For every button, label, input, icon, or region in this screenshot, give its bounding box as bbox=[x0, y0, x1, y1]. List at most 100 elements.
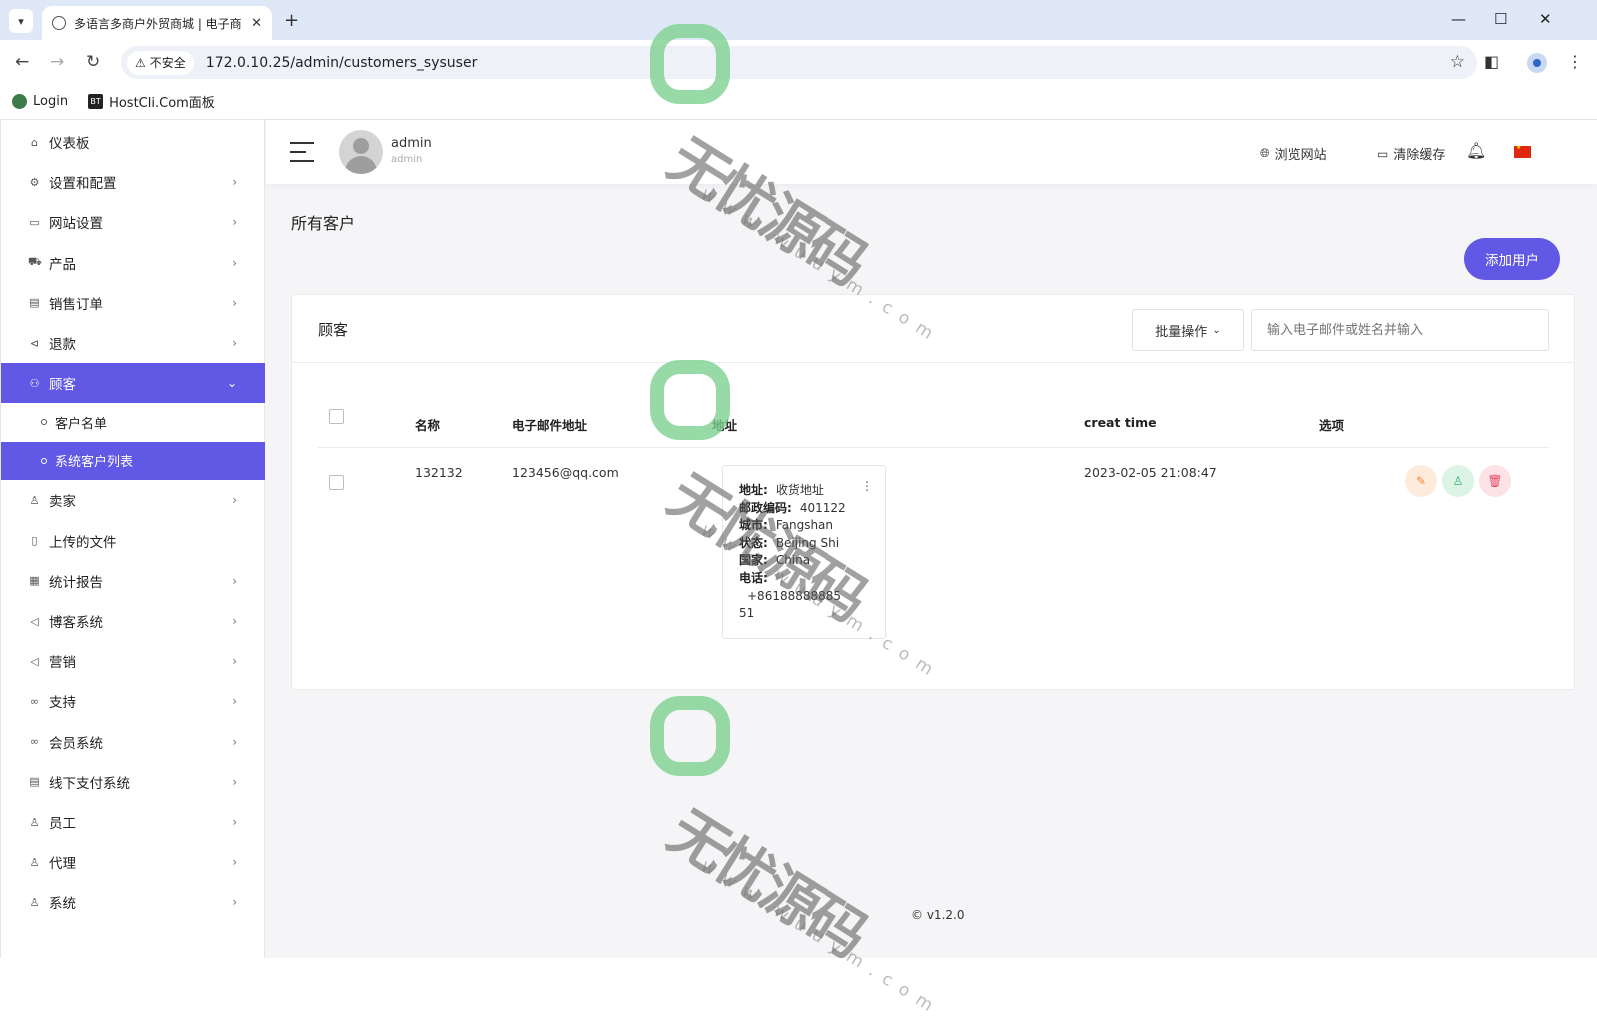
user-icon: ♙ bbox=[29, 855, 40, 869]
address-bar[interactable]: ⚠ 不安全 172.0.10.25/admin/customers_sysuse… bbox=[121, 46, 1477, 79]
sidebar-item-16[interactable]: ♙ 代理 › bbox=[1, 842, 265, 882]
watermark-logo-icon bbox=[650, 696, 730, 776]
sidebar-item-11[interactable]: ◁ 营销 › bbox=[1, 641, 265, 681]
bulk-action-dropdown[interactable]: 批量操作 ⌄ bbox=[1132, 309, 1244, 351]
china-flag-icon[interactable] bbox=[1514, 144, 1531, 158]
browser-tab[interactable]: 多语言多商户外贸商城 | 电子商 ✕ bbox=[42, 6, 272, 40]
link-icon: ∞ bbox=[29, 735, 40, 749]
chevron-right-icon: › bbox=[232, 815, 237, 829]
customers-card: 顾客 批量操作 ⌄ 名称 电子邮件地址 地址 creat time 选项 132… bbox=[291, 294, 1575, 690]
sidebar-item-label: 代理 bbox=[49, 856, 76, 873]
more-menu-icon[interactable]: ⋮ bbox=[1567, 52, 1583, 71]
users-icon: ⚇ bbox=[29, 376, 40, 390]
reload-icon[interactable]: ↻ bbox=[86, 52, 100, 72]
sidebar-item-3[interactable]: ⛟ 产品 › bbox=[1, 243, 265, 283]
col-header-email[interactable]: 电子邮件地址 bbox=[512, 415, 587, 434]
version-label: © v1.2.0 bbox=[911, 908, 965, 922]
more-options-icon[interactable]: ⋮ bbox=[861, 478, 873, 496]
sidebar-item-label: 支持 bbox=[49, 695, 76, 712]
megaphone-icon: ◁ bbox=[30, 614, 39, 628]
bell-icon[interactable]: 🔔︎ bbox=[1466, 141, 1486, 160]
sidebar-item-label: 员工 bbox=[49, 816, 76, 832]
sidebar-item-15[interactable]: ♙ 员工 › bbox=[1, 802, 265, 842]
sidebar-item-14[interactable]: ▤ 线下支付系统 › bbox=[1, 762, 265, 802]
sidebar-item-9[interactable]: ▦ 统计报告 › bbox=[1, 561, 265, 601]
sidebar-item-8[interactable]: ▯ 上传的文件 bbox=[1, 521, 265, 561]
forward-icon[interactable]: → bbox=[50, 52, 64, 72]
sidebar-item-0[interactable]: ⌂ 仪表板 bbox=[1, 122, 265, 162]
new-tab-button[interactable]: + bbox=[284, 10, 299, 31]
delete-button[interactable]: 🗑︎ bbox=[1479, 465, 1511, 497]
profile-avatar-icon[interactable] bbox=[1527, 53, 1547, 73]
sidebar-item-13[interactable]: ∞ 会员系统 › bbox=[1, 722, 265, 762]
cart-icon: ⛟ bbox=[28, 255, 42, 269]
close-tab-icon[interactable]: ✕ bbox=[251, 16, 262, 31]
bullet-icon bbox=[41, 419, 47, 426]
add-user-button[interactable]: 添加用户 bbox=[1464, 238, 1560, 280]
chevron-right-icon: › bbox=[232, 614, 237, 628]
drive-icon: ▭ bbox=[1377, 146, 1389, 161]
chevron-right-icon: › bbox=[232, 734, 237, 749]
bookmark-hostcli[interactable]: BT HostCli.Com面板 bbox=[88, 92, 215, 111]
chevron-right-icon: › bbox=[232, 493, 237, 508]
avatar[interactable] bbox=[339, 130, 383, 174]
col-header-created[interactable]: creat time bbox=[1084, 415, 1157, 430]
minimize-icon[interactable]: — bbox=[1451, 10, 1466, 28]
cell-created-time: 2023-02-05 21:08:47 bbox=[1084, 465, 1217, 480]
side-panel-icon[interactable]: ◧ bbox=[1484, 52, 1499, 71]
sidebar-item-12[interactable]: ∞ 支持 › bbox=[1, 681, 265, 721]
bt-icon: BT bbox=[88, 94, 104, 109]
sidebar-item-label: 营销 bbox=[49, 655, 76, 672]
sidebar-item-10[interactable]: ◁ 博客系统 › bbox=[1, 601, 265, 641]
sidebar-item-label: 线下支付系统 bbox=[49, 775, 130, 792]
sidebar-item-6[interactable]: ⚇ 顾客 ⌄ bbox=[1, 363, 265, 404]
maximize-icon[interactable]: ☐ bbox=[1494, 10, 1507, 28]
browse-site-link[interactable]: 🌐︎ 浏览网站 bbox=[1260, 144, 1327, 163]
clear-cache-link[interactable]: ▭ 清除缓存 bbox=[1377, 144, 1445, 164]
user-icon: ♙ bbox=[1452, 474, 1464, 488]
settings-icon: ⚙ bbox=[29, 175, 40, 189]
col-header-address[interactable]: 地址 bbox=[712, 415, 737, 434]
user-name: admin bbox=[391, 136, 432, 151]
select-all-checkbox[interactable] bbox=[329, 409, 344, 424]
sidebar-item-label: 统计报告 bbox=[49, 574, 103, 591]
watermark: 无忧源码 www.wuuym.com bbox=[650, 696, 945, 1021]
sidebar-item-1[interactable]: ⚙ 设置和配置 › bbox=[1, 162, 265, 202]
search-input[interactable] bbox=[1251, 309, 1549, 351]
browser-toolbar: ← → ↻ ⚠ 不安全 172.0.10.25/admin/customers_… bbox=[0, 40, 1597, 84]
bookmark-star-icon[interactable]: ☆ bbox=[1450, 52, 1465, 72]
sidebar-item-2[interactable]: ▭ 网站设置 › bbox=[1, 202, 265, 242]
report-icon: ▦ bbox=[29, 574, 40, 588]
bookmark-login[interactable]: Login bbox=[12, 94, 68, 109]
link-icon: ∞ bbox=[29, 694, 40, 708]
col-header-name[interactable]: 名称 bbox=[415, 415, 440, 434]
earth-icon bbox=[12, 94, 27, 109]
home-icon: ⌂ bbox=[31, 135, 38, 149]
close-window-icon[interactable]: ✕ bbox=[1539, 10, 1552, 28]
sidebar-item-17[interactable]: ♙ 系统 › bbox=[1, 882, 265, 922]
file-icon: ▯ bbox=[31, 534, 38, 548]
chevron-down-icon: ⌄ bbox=[226, 376, 237, 391]
edit-button[interactable]: ✎ bbox=[1405, 465, 1437, 497]
chevron-down-icon: ⌄ bbox=[1212, 324, 1221, 336]
sidebar-item-5[interactable]: ⊲ 退款 › bbox=[1, 323, 265, 363]
globe-icon: 🌐︎ bbox=[1260, 146, 1270, 160]
sidebar-item-7[interactable]: ♙ 卖家 › bbox=[1, 480, 265, 520]
sidebar-subitem-0[interactable]: 客户名单 bbox=[1, 403, 265, 441]
url-text[interactable]: 172.0.10.25/admin/customers_sysuser bbox=[206, 55, 478, 71]
sidebar-item-4[interactable]: ▤ 销售订单 › bbox=[1, 283, 265, 323]
bullet-icon bbox=[41, 457, 47, 464]
not-secure-badge[interactable]: ⚠ 不安全 bbox=[127, 50, 194, 75]
row-checkbox[interactable] bbox=[329, 475, 344, 490]
menu-toggle-icon[interactable] bbox=[290, 142, 314, 169]
edit-icon: ✎ bbox=[1415, 474, 1427, 488]
view-user-button[interactable]: ♙ bbox=[1442, 465, 1474, 497]
sidebar-subitem-1[interactable]: 系统客户列表 bbox=[1, 441, 265, 480]
sidebar-item-label: 卖家 bbox=[49, 494, 76, 511]
chevron-right-icon: › bbox=[232, 895, 237, 910]
tab-list-button[interactable]: ▾ bbox=[9, 9, 33, 33]
back-icon[interactable]: ← bbox=[15, 52, 29, 72]
cell-email: 123456@qq.com bbox=[512, 465, 619, 480]
sidebar-item-label: 会员系统 bbox=[49, 735, 103, 752]
chevron-right-icon: › bbox=[232, 215, 237, 230]
